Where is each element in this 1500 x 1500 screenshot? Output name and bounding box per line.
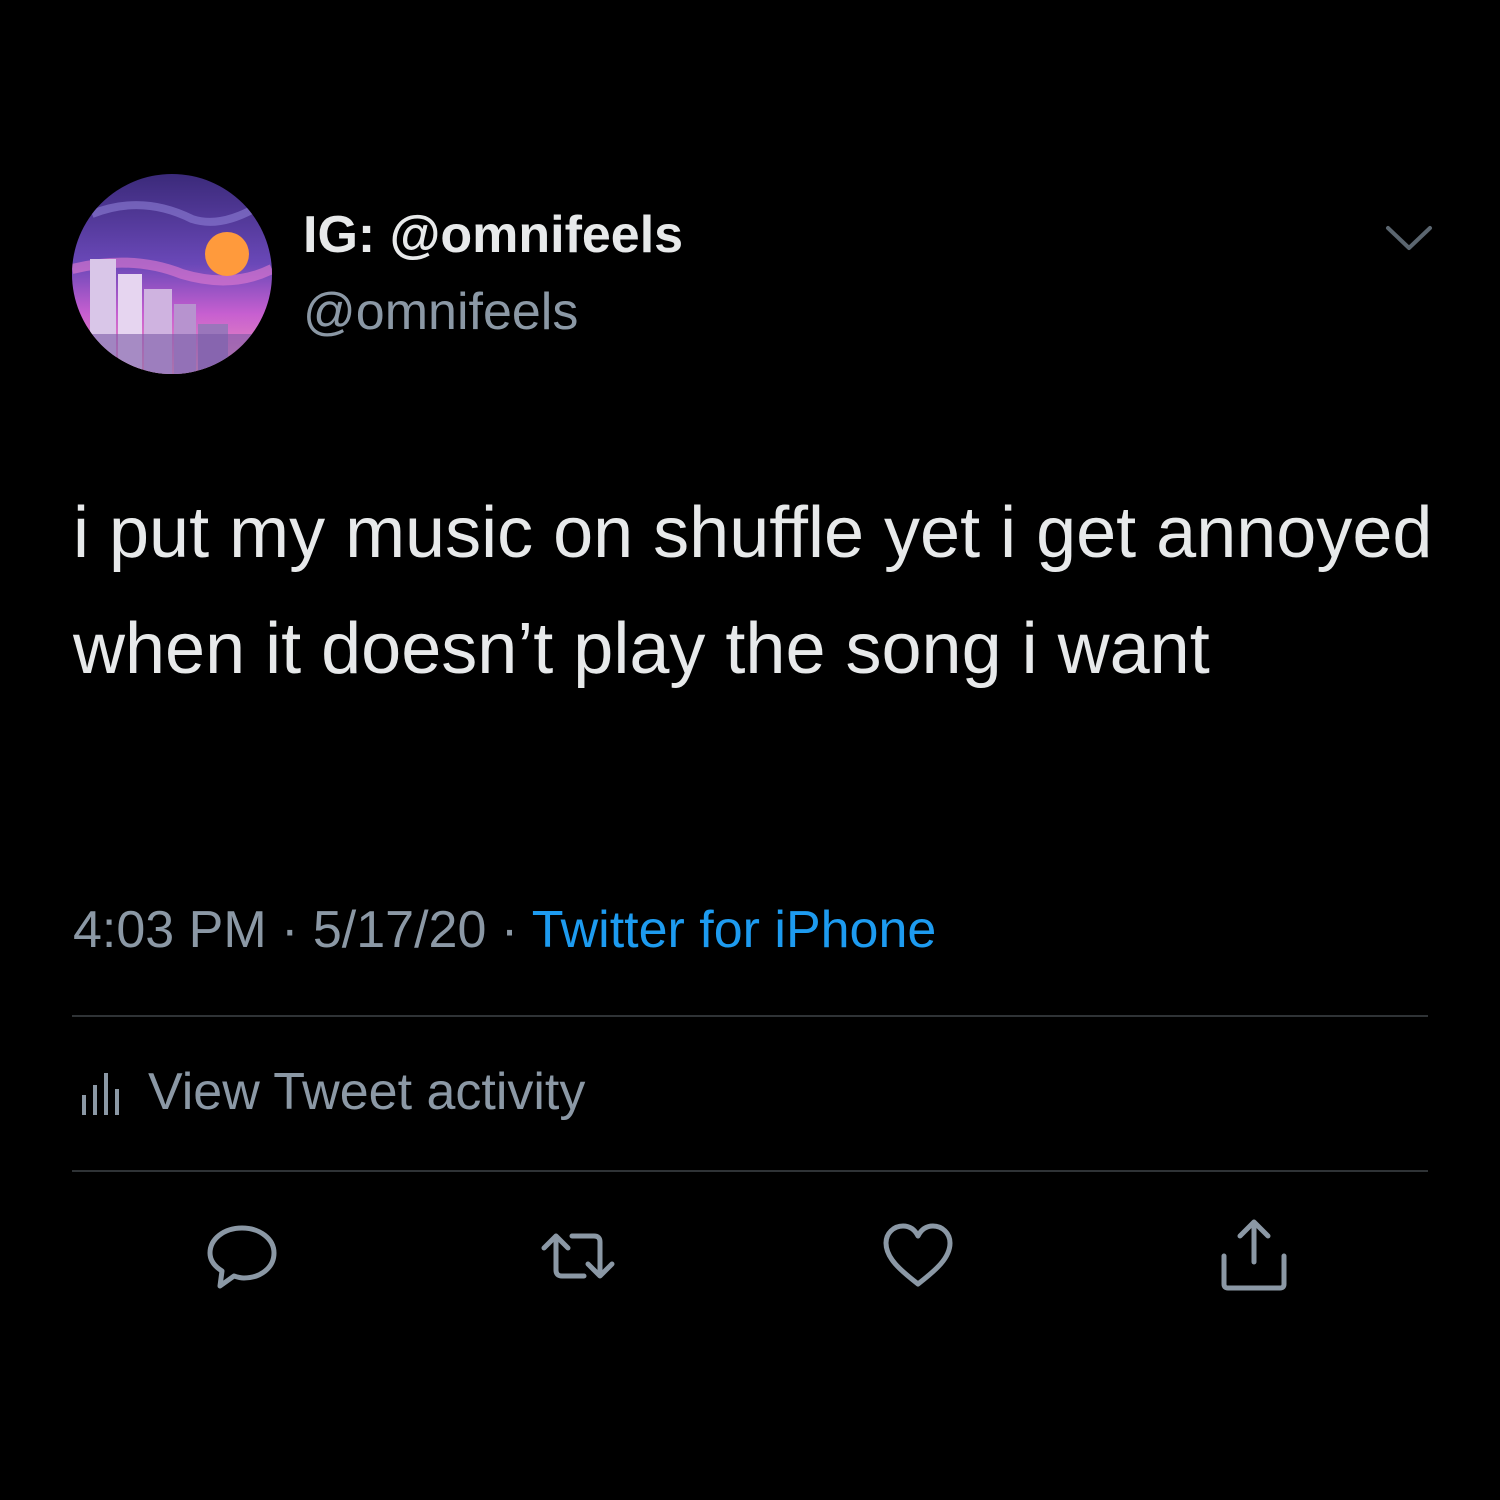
heart-icon bbox=[883, 1223, 953, 1287]
view-tweet-activity-button[interactable]: View Tweet activity bbox=[80, 1062, 585, 1122]
like-button[interactable] bbox=[880, 1218, 956, 1294]
divider bbox=[72, 1015, 1428, 1017]
user-handle[interactable]: @omnifeels bbox=[303, 282, 578, 342]
avatar-image bbox=[72, 174, 272, 374]
reply-icon bbox=[207, 1225, 277, 1289]
reply-button[interactable] bbox=[204, 1218, 280, 1294]
display-name[interactable]: IG: @omnifeels bbox=[303, 205, 683, 265]
tweet-time[interactable]: 4:03 PM bbox=[73, 901, 267, 959]
meta-separator: · bbox=[281, 901, 299, 959]
retweet-icon bbox=[541, 1233, 615, 1279]
chevron-down-icon[interactable] bbox=[1384, 220, 1434, 254]
share-button[interactable] bbox=[1216, 1218, 1292, 1294]
tweet-date[interactable]: 5/17/20 bbox=[313, 901, 487, 959]
tweet-source-link[interactable]: Twitter for iPhone bbox=[532, 901, 937, 959]
view-tweet-activity-label: View Tweet activity bbox=[148, 1063, 586, 1121]
tweet-text: i put my music on shuffle yet i get anno… bbox=[73, 493, 1433, 689]
retweet-button[interactable] bbox=[540, 1218, 616, 1294]
meta-separator: · bbox=[500, 901, 519, 959]
bar-chart-icon bbox=[82, 1073, 119, 1115]
avatar[interactable] bbox=[72, 174, 272, 374]
tweet-metadata: 4:03 PM · 5/17/20 · Twitter for iPhone bbox=[73, 900, 936, 960]
share-icon bbox=[1221, 1219, 1287, 1291]
divider bbox=[72, 1170, 1428, 1172]
